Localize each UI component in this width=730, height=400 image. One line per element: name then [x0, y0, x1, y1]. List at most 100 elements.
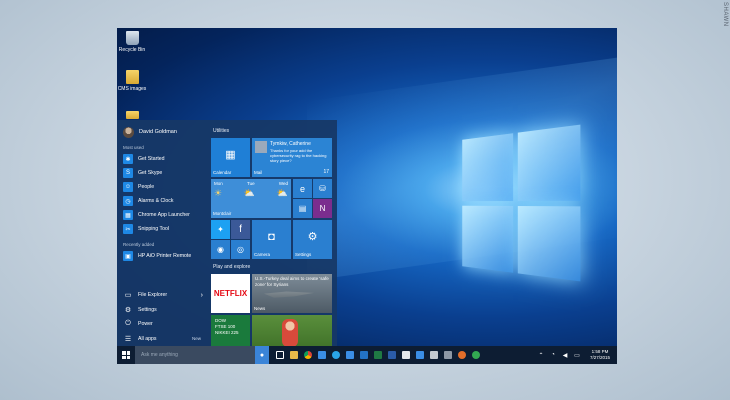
- people-icon: ☺: [123, 182, 133, 192]
- tile-weather[interactable]: Mon Tue Wed ☀ ⛅ ⛅ Montclair: [211, 179, 291, 218]
- system-tray: ⌃ ◔ ◀ ▭ 1:58 PM 7/27/2015: [535, 349, 617, 361]
- skype-icon[interactable]: [329, 346, 343, 364]
- new-badge: New: [191, 336, 201, 342]
- tile-photos[interactable]: ◉: [211, 240, 230, 259]
- word-icon[interactable]: [385, 346, 399, 364]
- tile-store[interactable]: ⛁: [313, 179, 332, 198]
- volume-icon[interactable]: ◀: [559, 352, 571, 359]
- tile-maps[interactable]: ◎: [231, 240, 250, 259]
- chevron-up-icon[interactable]: ⌃: [535, 352, 547, 359]
- folder-icon: [125, 70, 139, 84]
- tile-twitter[interactable]: ✦: [211, 220, 230, 239]
- user-account[interactable]: David Goldman: [117, 125, 209, 139]
- edge-icon: e: [299, 183, 305, 194]
- tile-settings[interactable]: ⚙ Settings: [293, 220, 332, 259]
- most-used-label: Most used: [123, 145, 144, 150]
- tile-netflix[interactable]: NETFLIX: [211, 274, 250, 313]
- microphone-icon[interactable]: ●: [255, 346, 269, 364]
- start-app-get-skype[interactable]: S Get Skype: [117, 166, 209, 180]
- start-menu: David Goldman Most used ✱ Get Started S Get…: [117, 120, 337, 354]
- start-app-get-started[interactable]: ✱ Get Started: [117, 152, 209, 166]
- start-app-hp-aio-printer-remote[interactable]: ▣ HP AiO Printer Remote: [117, 249, 209, 263]
- onenote-icon: N: [319, 204, 326, 213]
- windows-icon: [122, 351, 130, 359]
- printer-icon: ▣: [123, 251, 133, 261]
- lightbulb-icon: ✱: [123, 154, 133, 164]
- start-button[interactable]: [117, 346, 135, 364]
- grid-icon: ▦: [123, 210, 133, 220]
- all-apps-item[interactable]: ☰ All apps New: [117, 332, 209, 347]
- group-label-utilities: Utilities: [213, 128, 230, 134]
- gear-icon: ⚙: [124, 306, 132, 314]
- media-icon[interactable]: [455, 346, 469, 364]
- tile-edge[interactable]: e: [293, 179, 312, 198]
- start-app-alarms-clock[interactable]: ◷ Alarms & Clock: [117, 194, 209, 208]
- file-explorer-icon[interactable]: [287, 346, 301, 364]
- alarm-icon: ◷: [123, 196, 133, 206]
- app-icon[interactable]: [469, 346, 483, 364]
- clock-date: 7/27/2015: [589, 355, 611, 360]
- tile-facebook[interactable]: f: [231, 220, 250, 239]
- chevron-right-icon[interactable]: ›: [201, 292, 203, 299]
- start-app-label: Alarms & Clock: [138, 198, 174, 204]
- tile-onenote[interactable]: N: [313, 199, 332, 218]
- chrome-icon[interactable]: [301, 346, 315, 364]
- start-app-people[interactable]: ☺ People: [117, 180, 209, 194]
- desktop-icon-recycle-bin[interactable]: Recycle Bin: [117, 31, 147, 53]
- tile-news[interactable]: U.S.-Turkey deal aims to create 'safe zo…: [252, 274, 332, 313]
- power-item[interactable]: ⏻ Power: [117, 317, 209, 332]
- child-photo: [282, 319, 298, 347]
- gear-icon: ⚙: [307, 231, 318, 243]
- avatar: [123, 126, 134, 138]
- cloud-sun-icon: ⛅: [243, 188, 256, 198]
- power-icon: ⏻: [125, 320, 131, 328]
- sun-icon: ☀: [214, 188, 223, 198]
- tile-mail[interactable]: Tymkiw, Catherine Thanks for your add th…: [252, 138, 332, 177]
- folder-icon: [125, 111, 139, 119]
- netflix-logo: NETFLIX: [213, 289, 248, 298]
- windows-logo-wallpaper: [462, 124, 581, 282]
- clock[interactable]: 1:58 PM 7/27/2015: [583, 349, 617, 361]
- notifications-icon[interactable]: ▭: [571, 352, 583, 359]
- folder-icon: ▭: [124, 292, 132, 300]
- start-app-label: Get Skype: [138, 170, 163, 176]
- recently-added-label: Recently added: [123, 242, 155, 247]
- start-app-label: Get Started: [138, 156, 165, 162]
- start-app-label: People: [138, 184, 155, 190]
- start-app-snipping-tool[interactable]: ✂ Snipping Tool: [117, 222, 209, 236]
- edge-icon[interactable]: [315, 346, 329, 364]
- start-app-chrome-app-launcher[interactable]: ▦ Chrome App Launcher: [117, 208, 209, 222]
- settings-icon[interactable]: [441, 346, 455, 364]
- calculator-icon[interactable]: [427, 346, 441, 364]
- excel-icon[interactable]: [371, 346, 385, 364]
- tile-camera[interactable]: ◘ Camera: [252, 220, 291, 259]
- news-icon: ▤: [298, 204, 307, 213]
- file-explorer-item[interactable]: ▭ File Explorer ›: [117, 288, 209, 303]
- skype-icon: S: [123, 168, 133, 178]
- camera-icon: ◘: [268, 230, 275, 243]
- tile-news-small[interactable]: ▤: [293, 199, 312, 218]
- taskbar: Ask me anything ● ⌃ ◔ ◀ ▭ 1:58 PM 7/27/2…: [117, 346, 617, 364]
- start-app-label: HP AiO Printer Remote: [138, 253, 192, 259]
- cortana-search-box[interactable]: Ask me anything: [135, 346, 255, 364]
- calendar-icon: ▦: [225, 149, 236, 161]
- task-view-icon[interactable]: [273, 346, 287, 364]
- scissors-icon: ✂: [123, 224, 133, 234]
- maps-icon: ◎: [237, 245, 244, 254]
- tile-calendar[interactable]: ▦ Calendar: [211, 138, 250, 177]
- desktop: Recycle Bin CMS images David Goldman Mos…: [117, 28, 617, 364]
- network-icon[interactable]: ◔: [547, 352, 559, 358]
- desktop-icon-cms-images[interactable]: CMS images: [117, 70, 147, 92]
- mail-icon[interactable]: [399, 346, 413, 364]
- twitter-icon: ✦: [217, 225, 224, 234]
- outlook-icon[interactable]: [357, 346, 371, 364]
- news-photo: [264, 291, 314, 298]
- start-app-label: Chrome App Launcher: [138, 212, 190, 218]
- calendar-icon[interactable]: [413, 346, 427, 364]
- store-icon[interactable]: [343, 346, 357, 364]
- user-name: David Goldman: [139, 129, 177, 135]
- list-icon: ☰: [124, 335, 132, 343]
- photos-icon: ◉: [217, 245, 224, 254]
- cloud-sun-icon: ⛅: [276, 188, 288, 198]
- settings-item[interactable]: ⚙ Settings: [117, 303, 209, 318]
